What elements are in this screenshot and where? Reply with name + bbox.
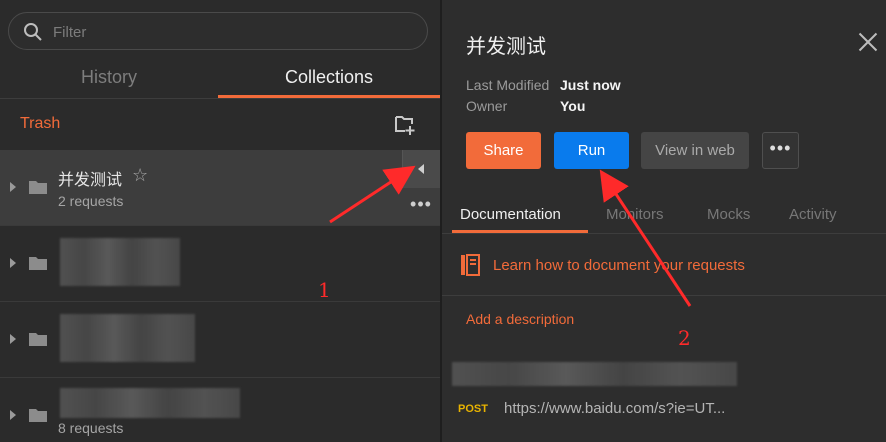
search-icon: [24, 23, 42, 41]
collection-title: 并发测试: [466, 34, 546, 58]
sidebar-tabs: History Collections: [0, 60, 440, 98]
expand-caret-icon[interactable]: [10, 334, 16, 344]
active-tab-indicator: [452, 230, 588, 233]
collection-item-active[interactable]: 并发测试 ☆ 2 requests •••: [0, 150, 440, 226]
collection-detail-panel: 并发测试 Last Modified Just now Owner You Sh…: [442, 0, 886, 442]
collection-item[interactable]: [0, 302, 440, 378]
redacted-text: [60, 238, 180, 286]
request-url[interactable]: https://www.baidu.com/s?ie=UT...: [504, 400, 725, 417]
folder-icon: [29, 257, 47, 270]
last-modified-value: Just now: [560, 77, 621, 93]
collection-request-count: 2 requests: [58, 193, 124, 209]
last-modified-label: Last Modified: [466, 77, 550, 93]
learn-docs-link[interactable]: Learn how to document your requests: [493, 257, 745, 274]
tab-activity[interactable]: Activity: [789, 206, 837, 223]
collection-actions: •••: [402, 150, 440, 226]
book-icon: [461, 254, 480, 276]
annotation-label-2: 2: [678, 326, 691, 350]
owner-label: Owner: [466, 98, 508, 114]
redacted-text: [60, 314, 195, 362]
collection-item[interactable]: 8 requests: [0, 378, 440, 442]
collection-name: 并发测试: [58, 170, 123, 189]
expand-caret-icon[interactable]: [10, 410, 16, 420]
tab-history[interactable]: History: [0, 60, 218, 98]
collection-request-count: 8 requests: [58, 420, 124, 436]
open-collection-details-button[interactable]: [402, 150, 440, 188]
expand-caret-icon[interactable]: [10, 258, 16, 268]
close-icon[interactable]: [858, 32, 878, 52]
folder-icon: [29, 409, 47, 422]
annotation-label-1: 1: [318, 278, 331, 302]
share-button[interactable]: Share: [466, 132, 541, 169]
star-icon[interactable]: ☆: [132, 165, 148, 186]
detail-tabs: Documentation Monitors Mocks Activity: [442, 194, 886, 234]
more-actions-button[interactable]: •••: [762, 132, 799, 169]
trash-link[interactable]: Trash: [20, 115, 60, 133]
trash-row: Trash: [0, 99, 440, 149]
filter-input[interactable]: [53, 21, 413, 43]
request-method-badge: POST: [458, 403, 488, 415]
collections-sidebar: History Collections Trash 并发测试 ☆ 2 reque…: [0, 0, 440, 442]
owner-value: You: [560, 98, 586, 114]
tab-documentation[interactable]: Documentation: [460, 206, 561, 223]
new-collection-icon[interactable]: [394, 114, 416, 136]
tab-mocks[interactable]: Mocks: [707, 206, 750, 223]
learn-docs-row: Learn how to document your requests: [442, 236, 886, 296]
expand-caret-icon[interactable]: [10, 182, 16, 192]
redacted-text: [452, 362, 737, 386]
folder-icon: [29, 181, 47, 194]
view-in-web-button[interactable]: View in web: [641, 132, 749, 169]
collection-item[interactable]: [0, 226, 440, 302]
filter-search[interactable]: [8, 12, 428, 50]
run-button[interactable]: Run: [554, 132, 629, 169]
folder-icon: [29, 333, 47, 346]
add-description-link[interactable]: Add a description: [466, 311, 574, 327]
tab-collections[interactable]: Collections: [218, 60, 440, 98]
redacted-text: [60, 388, 240, 418]
collection-more-button[interactable]: •••: [402, 188, 440, 226]
tab-monitors[interactable]: Monitors: [606, 206, 664, 223]
